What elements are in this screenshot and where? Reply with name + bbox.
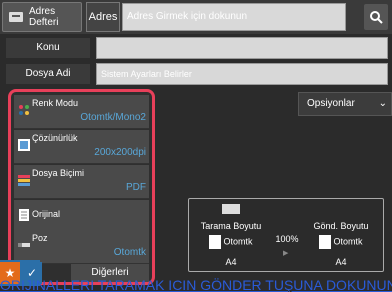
- address-book-button[interactable]: Adres Defteri: [2, 2, 82, 32]
- filename-input[interactable]: Sistem Ayarları Belirler: [96, 63, 388, 85]
- exposure-setting[interactable]: Poz Otomtk: [14, 230, 149, 264]
- paper-icon: [319, 235, 332, 249]
- address-book-label: Adres Defteri: [29, 6, 59, 28]
- ratio: 100%: [275, 234, 299, 244]
- original-document-icon: [19, 209, 29, 221]
- resolution-setting[interactable]: Çözünürlük 200x200dpi: [14, 130, 149, 164]
- address-input[interactable]: Adres Girmek için dokunun: [122, 3, 346, 31]
- scan-size-label: Tarama Boyutu: [200, 221, 262, 231]
- scan-size-value: Otomtk: [191, 235, 271, 249]
- chevron-down-icon: ⌄: [378, 98, 387, 109]
- file-format-setting[interactable]: Dosya Biçimi PDF: [14, 165, 149, 199]
- setting-title: Poz: [32, 233, 48, 243]
- resolution-icon: [18, 139, 30, 151]
- address-book-icon: [9, 12, 23, 22]
- options-button[interactable]: Opsiyonlar ⌄: [298, 92, 392, 116]
- paper-icon: [209, 235, 222, 249]
- scanner-icon: [222, 204, 240, 214]
- color-mode-icon: [19, 105, 29, 115]
- setting-title: Çözünürlük: [32, 133, 78, 143]
- address-label: Adres: [86, 2, 120, 32]
- color-mode-setting[interactable]: Renk Modu Otomtk/Mono2: [14, 95, 149, 129]
- filename-label: Dosya Adi: [6, 64, 90, 84]
- setting-value: Otomtk: [113, 247, 146, 258]
- setting-title: Renk Modu: [32, 98, 79, 108]
- search-icon: [370, 11, 383, 24]
- scan-paper: A4: [225, 257, 237, 267]
- size-preview: Tarama Boyutu Otomtk A4 100% ▶ Gönd. Boy…: [188, 198, 384, 272]
- exposure-icon: [18, 243, 30, 247]
- send-size-value: Otomtk: [301, 235, 381, 249]
- options-label: Opsiyonlar: [307, 98, 355, 109]
- setting-value: 200x200dpi: [94, 147, 146, 158]
- start-message-link[interactable]: ORIJINALLERI TARAMAK ICIN GÖNDER TUŞUNA …: [0, 278, 392, 292]
- file-format-icon: [18, 175, 30, 186]
- original-setting[interactable]: Orijinal: [14, 200, 149, 234]
- arrow-right-icon: ▶: [283, 250, 289, 257]
- send-size-label: Gönd. Boyutu: [313, 221, 369, 231]
- subject-input[interactable]: [96, 37, 388, 59]
- send-paper: A4: [335, 257, 347, 267]
- settings-panel: Renk Modu Otomtk/Mono2 Çözünürlük 200x20…: [8, 89, 155, 285]
- subject-label: Konu: [6, 38, 90, 58]
- search-button[interactable]: [364, 4, 388, 30]
- setting-title: Dosya Biçimi: [32, 168, 85, 178]
- setting-value: PDF: [126, 182, 146, 193]
- setting-title: Orijinal: [32, 209, 61, 219]
- setting-value: Otomtk/Mono2: [80, 112, 146, 123]
